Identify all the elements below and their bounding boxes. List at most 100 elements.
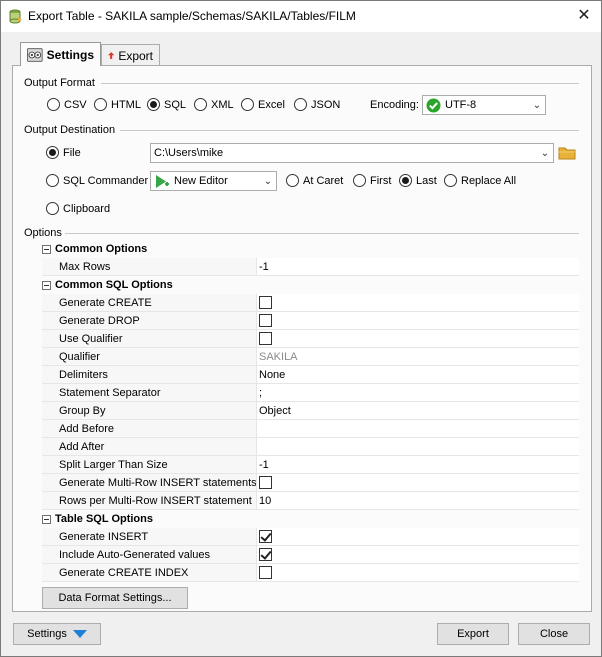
property-row[interactable]: Statement Separator; (42, 384, 579, 402)
caret-last-label: Last (416, 174, 437, 187)
property-row[interactable]: Group By Object (42, 402, 579, 420)
settings-menu-button[interactable]: Settings (13, 623, 101, 645)
caret-at-caret-radio[interactable]: At Caret (286, 174, 343, 187)
collapse-icon[interactable] (42, 514, 51, 524)
property-row[interactable]: Add Before (42, 420, 579, 438)
destination-file-radio[interactable]: File (46, 146, 81, 159)
property-row[interactable]: Rows per Multi-Row INSERT statement 10 (42, 492, 579, 510)
tab-export-label: Export (118, 48, 153, 63)
format-xml-radio[interactable]: XML (194, 98, 234, 111)
generate-drop-label: Generate DROP (42, 312, 256, 330)
caret-last-radio[interactable]: Last (399, 174, 437, 187)
delimiters-label: Delimiters (42, 366, 256, 384)
max-rows-value[interactable]: -1 (256, 258, 579, 276)
output-format-divider (101, 83, 579, 84)
common-sql-options-group[interactable]: Common SQL Options (42, 276, 173, 294)
tab-export[interactable]: Export (101, 44, 160, 66)
encoding-select[interactable]: UTF-8 ⌄ (422, 95, 546, 115)
window-title: Export Table - SAKILA sample/Schemas/SAK… (28, 9, 356, 23)
chevron-down-icon: ⌄ (532, 99, 542, 111)
file-path-input[interactable]: C:\Users\mike ⌄ (150, 143, 554, 163)
generate-create-index-checkbox[interactable] (259, 566, 272, 579)
new-editor-icon (156, 174, 169, 188)
options-divider (65, 233, 579, 234)
export-button[interactable]: Export (437, 623, 509, 645)
property-row[interactable]: Generate INSERT (42, 528, 579, 546)
format-html-radio[interactable]: HTML (94, 98, 141, 111)
format-sql-radio[interactable]: SQL (147, 98, 186, 111)
format-csv-radio[interactable]: CSV (47, 98, 87, 111)
property-row[interactable]: Generate DROP (42, 312, 579, 330)
generate-drop-checkbox[interactable] (259, 314, 272, 327)
caret-first-label: First (370, 174, 392, 187)
radio-circle (353, 174, 366, 187)
delimiters-value[interactable]: None (256, 366, 579, 384)
add-before-value[interactable] (256, 420, 579, 438)
generate-create-label: Generate CREATE (42, 294, 256, 312)
folder-icon[interactable] (558, 145, 576, 161)
title-bar: Export Table - SAKILA sample/Schemas/SAK… (1, 1, 601, 32)
property-row[interactable]: Delimiters None (42, 366, 579, 384)
split-larger-value[interactable]: -1 (256, 456, 579, 474)
tab-settings-label: Settings (46, 47, 94, 62)
qualifier-value[interactable]: SAKILA (256, 348, 579, 366)
use-qualifier-checkbox[interactable] (259, 332, 272, 345)
table-sql-options-group[interactable]: Table SQL Options (42, 510, 153, 528)
statement-separator-value[interactable]: ; (256, 384, 579, 402)
property-row[interactable]: Max Rows -1 (42, 258, 579, 276)
chevron-down-icon: ⌄ (263, 175, 273, 187)
radio-circle (444, 174, 457, 187)
format-excel-radio[interactable]: Excel (241, 98, 285, 111)
format-json-label: JSON (311, 98, 341, 111)
group-by-label: Group By (42, 402, 256, 420)
destination-clipboard-radio[interactable]: Clipboard (46, 202, 110, 215)
multi-row-insert-checkbox[interactable] (259, 476, 272, 489)
radio-circle (194, 98, 207, 111)
data-format-settings-button[interactable]: Data Format Settings... (42, 587, 188, 609)
property-row[interactable]: Use Qualifier (42, 330, 579, 348)
chevron-down-icon (72, 630, 87, 638)
add-after-value[interactable] (256, 438, 579, 456)
property-row[interactable]: Split Larger Than Size -1 (42, 456, 579, 474)
encoding-label: Encoding: (370, 99, 419, 111)
generate-drop-value (256, 312, 579, 330)
property-row[interactable]: Generate CREATE (42, 294, 579, 312)
rows-per-insert-value[interactable]: 10 (256, 492, 579, 510)
format-json-radio[interactable]: JSON (294, 98, 340, 111)
radio-circle (46, 174, 59, 187)
caret-replace-all-radio[interactable]: Replace All (444, 174, 516, 187)
common-options-title: Common Options (55, 243, 148, 255)
settings-tab-icon (27, 47, 43, 62)
use-qualifier-label: Use Qualifier (42, 330, 256, 348)
format-html-label: HTML (111, 98, 141, 111)
tab-settings[interactable]: Settings (20, 42, 101, 66)
group-by-value[interactable]: Object (256, 402, 579, 420)
statement-separator-label: Statement Separator (42, 384, 256, 402)
collapse-icon[interactable] (42, 244, 51, 254)
property-row[interactable]: Add After (42, 438, 579, 456)
close-window-button[interactable]: ✕ (572, 4, 596, 28)
generate-insert-checkbox[interactable] (259, 530, 272, 543)
include-auto-generated-label: Include Auto-Generated values (42, 546, 256, 564)
common-options-group[interactable]: Common Options (42, 240, 147, 258)
destination-sql-commander-radio[interactable]: SQL Commander (46, 174, 148, 187)
property-row[interactable]: Qualifier SAKILA (42, 348, 579, 366)
generate-create-checkbox[interactable] (259, 296, 272, 309)
property-row[interactable]: Include Auto-Generated values (42, 546, 579, 564)
editor-select[interactable]: New Editor ⌄ (150, 171, 277, 191)
close-button[interactable]: Close (518, 623, 590, 645)
include-auto-generated-checkbox[interactable] (259, 548, 272, 561)
output-destination-label: Output Destination (24, 124, 116, 136)
property-row[interactable]: Generate Multi-Row INSERT statements (42, 474, 579, 492)
qualifier-label: Qualifier (42, 348, 256, 366)
caret-first-radio[interactable]: First (353, 174, 391, 187)
table-sql-options-title: Table SQL Options (55, 513, 153, 525)
use-qualifier-value (256, 330, 579, 348)
radio-circle (47, 98, 60, 111)
format-sql-label: SQL (164, 98, 187, 111)
destination-clipboard-label: Clipboard (63, 202, 111, 215)
generate-insert-value (256, 528, 579, 546)
property-row[interactable]: Generate CREATE INDEX (42, 564, 579, 582)
common-sql-options-title: Common SQL Options (55, 279, 173, 291)
collapse-icon[interactable] (42, 280, 51, 290)
